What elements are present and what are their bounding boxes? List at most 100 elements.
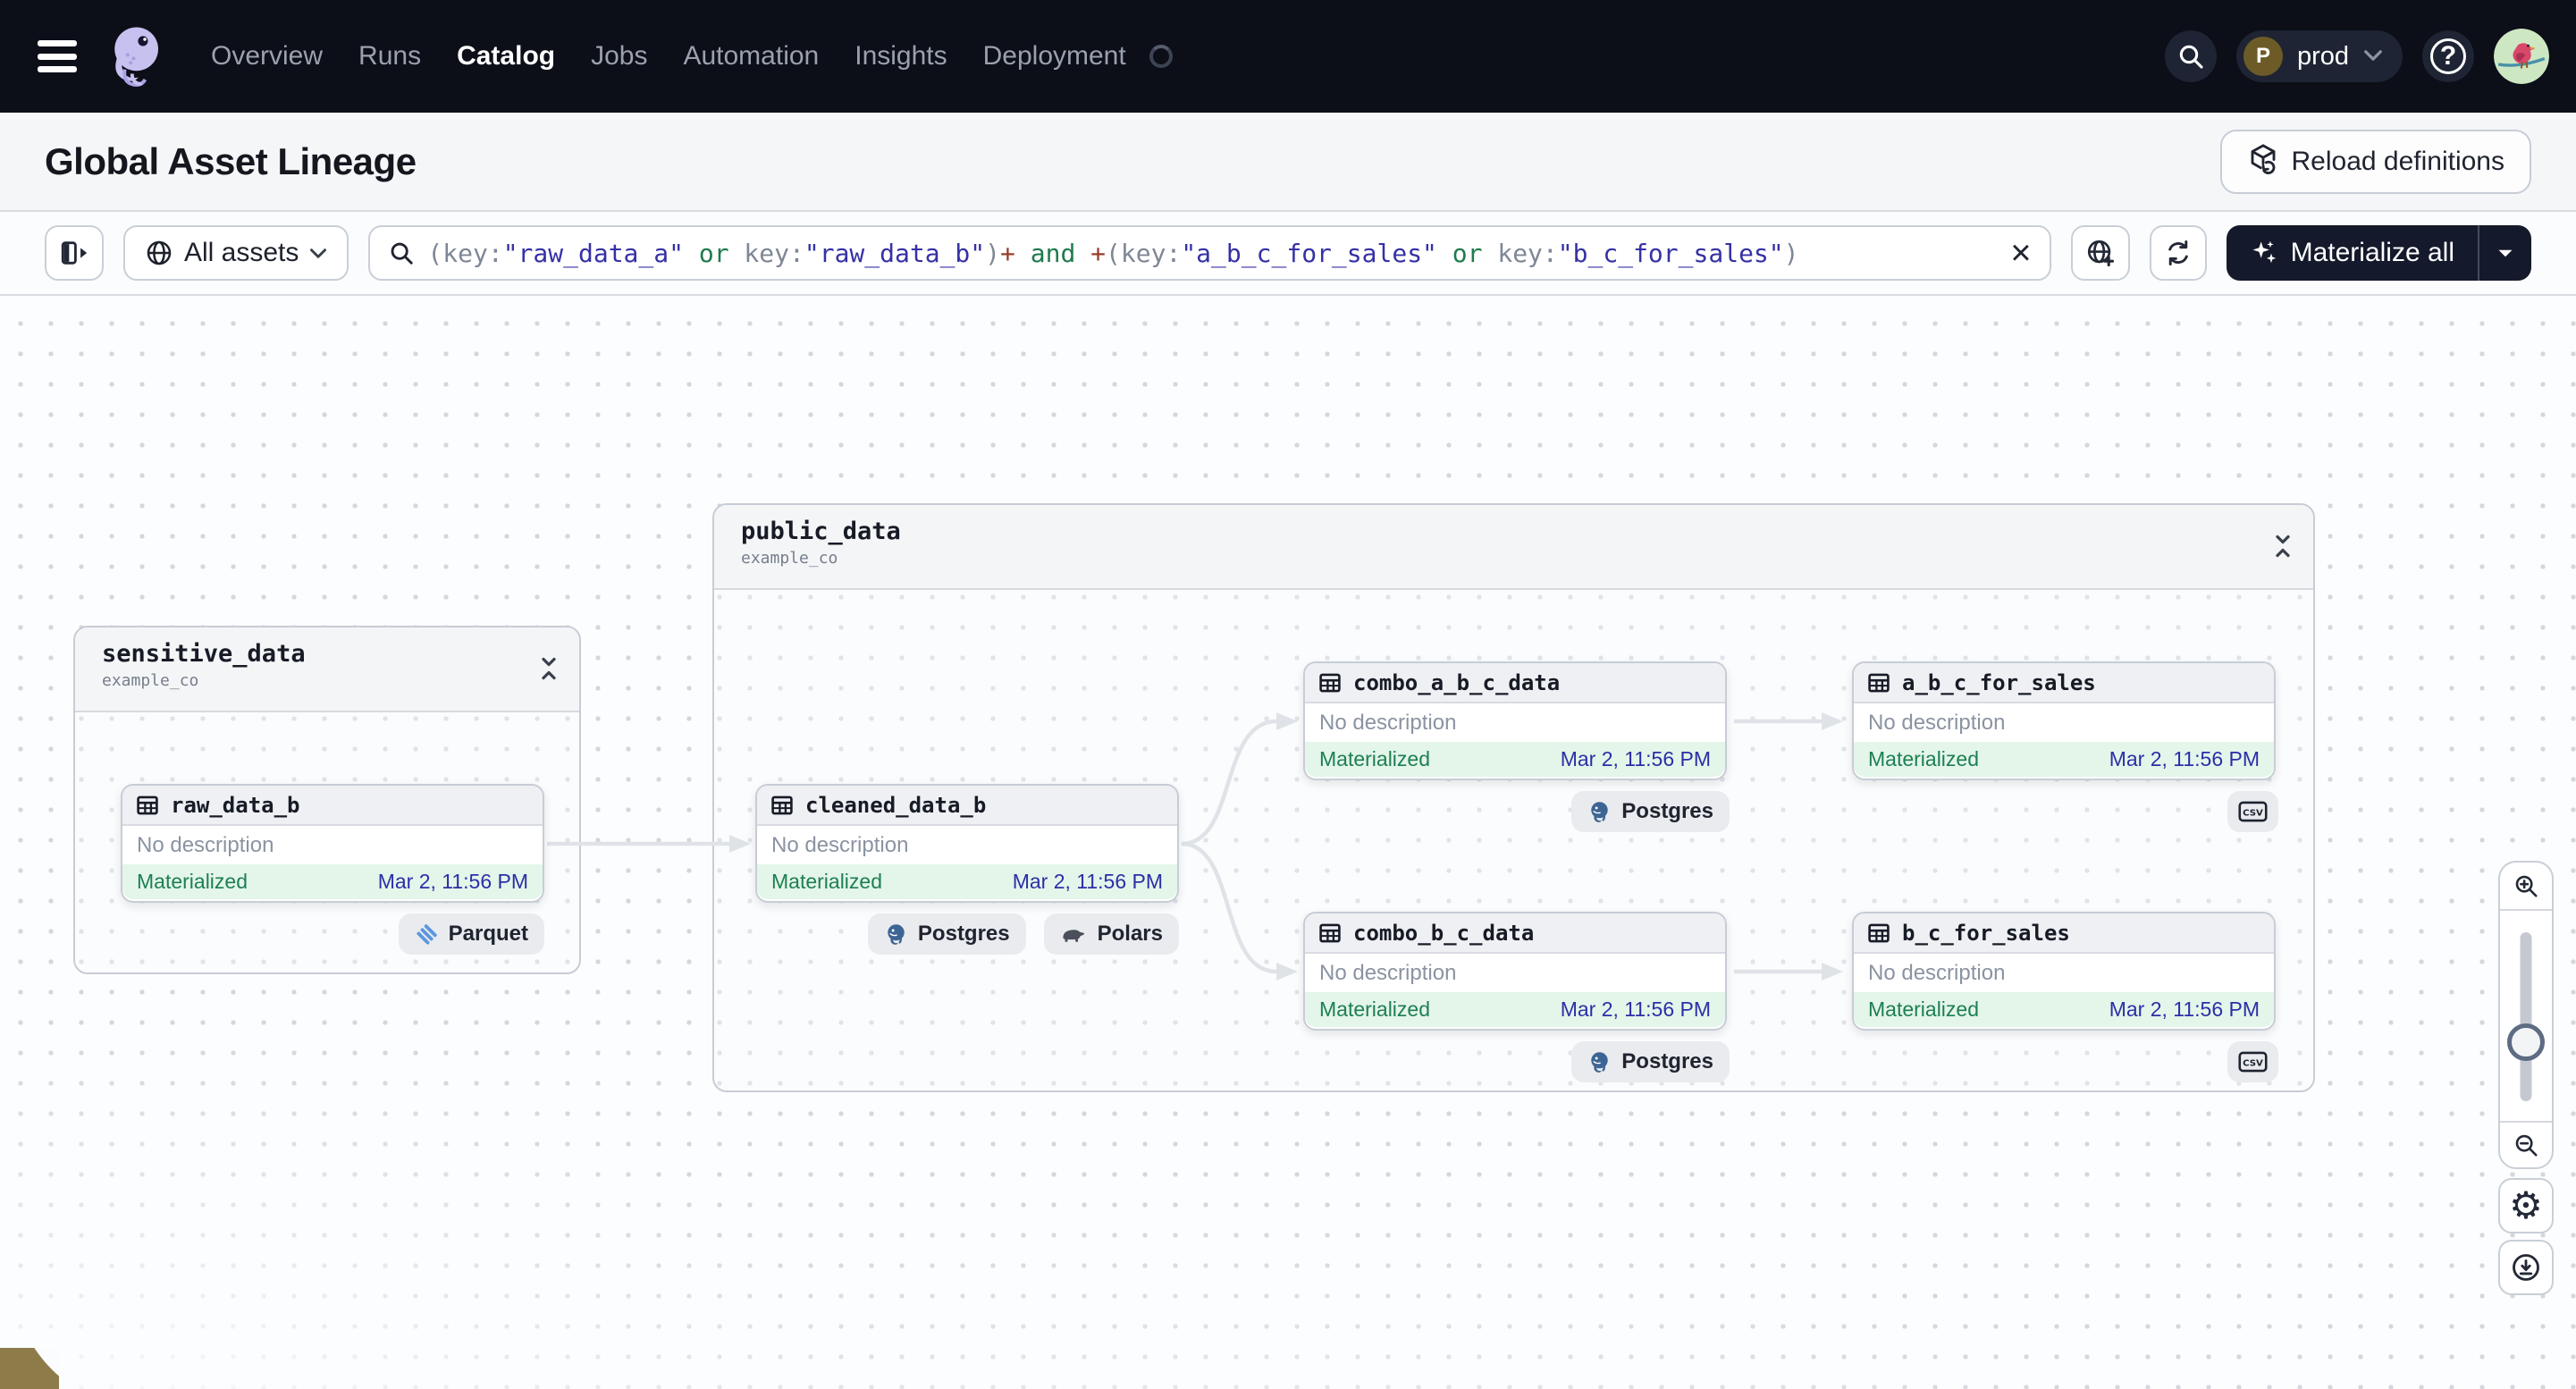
query-segment: and (1014, 238, 1091, 268)
reload-definitions-button[interactable]: Reload definitions (2219, 129, 2531, 194)
zoom-in-button[interactable] (2500, 863, 2552, 909)
nav-menu: Overview Runs Catalog Jobs Automation Insight… (211, 41, 1126, 72)
refresh-button[interactable] (2149, 225, 2207, 281)
page-header: Global Asset Lineage Reload definitions (0, 113, 2576, 212)
asset-description: No description (1305, 703, 1725, 742)
asset-tags: Postgres (1303, 1041, 1730, 1082)
tag-postgres[interactable]: Postgres (1571, 791, 1730, 832)
asset-description: No description (1305, 954, 1725, 992)
zoom-out-button[interactable] (2500, 1123, 2552, 1167)
globe-icon (145, 239, 173, 267)
asset-materialized-timestamp: Mar 2, 11:56 PM (2109, 998, 2260, 1021)
top-navigation: Overview Runs Catalog Jobs Automation Insight… (0, 0, 2576, 113)
deployment-name: prod (2296, 41, 2349, 71)
graph-settings-button[interactable]: ⚙ (2498, 1178, 2554, 1233)
asset-tags: CSV (1852, 1041, 2278, 1082)
query-segment: + (1090, 238, 1107, 268)
tag-polars[interactable]: Polars (1043, 913, 1179, 955)
page-title: Global Asset Lineage (45, 139, 417, 182)
csv-icon: CSV (2238, 1051, 2268, 1073)
table-icon (1318, 922, 1342, 945)
asset-name: b_c_for_sales (1902, 920, 2070, 946)
asset-node-a-b-c-for-sales[interactable]: a_b_c_for_sales No description Materiali… (1852, 661, 2276, 780)
nav-item-catalog[interactable]: Catalog (457, 41, 555, 72)
asset-tags: Postgres Polars (755, 913, 1179, 955)
zoom-slider-track[interactable] (2520, 932, 2532, 1101)
lineage-canvas[interactable]: sensitive_data example_co public_data ex… (0, 296, 2576, 1389)
reload-definitions-icon (2247, 142, 2279, 181)
asset-node-cleaned-data-b[interactable]: cleaned_data_b No description Materializ… (755, 784, 1179, 903)
group-name: public_data (741, 518, 901, 545)
asset-name: combo_b_c_data (1353, 920, 1535, 946)
chevron-down-icon (309, 248, 327, 259)
table-icon (770, 794, 794, 817)
search-icon (388, 240, 415, 266)
asset-status: Materialized (1868, 747, 1979, 770)
nav-item-runs[interactable]: Runs (358, 41, 421, 72)
asset-description: No description (1854, 954, 2274, 992)
asset-node-combo-b-c-data[interactable]: combo_b_c_data No description Materializ… (1303, 912, 1727, 1031)
reload-definitions-label: Reload definitions (2291, 146, 2505, 176)
hamburger-menu-icon[interactable] (38, 40, 79, 72)
tag-postgres[interactable]: Postgres (1571, 1041, 1730, 1082)
tag-csv[interactable]: CSV (2227, 791, 2278, 832)
search-query[interactable]: (key:"raw_data_a" or key:"raw_data_b")+ … (427, 239, 1998, 268)
group-name: sensitive_data (102, 640, 306, 668)
collapse-group-icon[interactable] (538, 654, 560, 686)
asset-node-b-c-for-sales[interactable]: b_c_for_sales No description Materialize… (1852, 912, 2276, 1031)
group-header[interactable]: sensitive_data example_co (75, 627, 579, 712)
user-avatar[interactable] (2494, 29, 2549, 84)
tag-parquet[interactable]: Parquet (398, 913, 544, 955)
table-icon (1318, 671, 1342, 694)
open-side-panel-button[interactable] (45, 225, 104, 281)
dagster-logo-icon[interactable] (100, 13, 173, 99)
zoom-slider[interactable] (2500, 911, 2552, 1121)
fetch-external-assets-button[interactable] (2070, 225, 2130, 281)
query-segment: or (1436, 238, 1498, 268)
materialize-options-caret[interactable] (2479, 225, 2531, 281)
asset-scope-dropdown[interactable]: All assets (123, 225, 349, 281)
nav-item-overview[interactable]: Overview (211, 41, 323, 72)
asset-node-raw-data-b[interactable]: raw_data_b No description Materialized M… (121, 784, 544, 903)
query-segment: ) (985, 238, 1001, 268)
zoom-controls (2498, 861, 2554, 1169)
postgres-icon (1587, 1050, 1612, 1074)
group-header[interactable]: public_data example_co (714, 505, 2313, 590)
query-segment: key: (1497, 238, 1558, 268)
nav-item-jobs[interactable]: Jobs (591, 41, 647, 72)
help-button[interactable]: ? (2422, 30, 2474, 82)
nav-item-automation[interactable]: Automation (683, 41, 819, 72)
materialize-all-button[interactable]: Materialize all (2226, 225, 2531, 281)
asset-materialized-timestamp: Mar 2, 11:56 PM (2109, 747, 2260, 770)
table-icon (1867, 922, 1890, 945)
search-button[interactable] (2164, 30, 2217, 82)
nav-item-deployment[interactable]: Deployment (983, 41, 1126, 72)
postgres-icon (884, 922, 908, 947)
zoom-slider-thumb[interactable] (2507, 1023, 2545, 1061)
asset-scope-label: All assets (184, 238, 299, 267)
gear-icon: ⚙ (2509, 1183, 2543, 1227)
dagster-app: Overview Runs Catalog Jobs Automation Insight… (0, 0, 2576, 1389)
collapse-group-icon[interactable] (2272, 532, 2294, 563)
asset-description: No description (757, 826, 1177, 864)
table-icon (136, 794, 159, 817)
tag-postgres[interactable]: Postgres (867, 913, 1026, 955)
group-location: example_co (102, 671, 199, 690)
download-graph-button[interactable] (2498, 1240, 2554, 1295)
asset-status: Materialized (1319, 747, 1430, 770)
clear-search-button[interactable]: × (2010, 235, 2031, 271)
chevron-down-icon (2363, 49, 2383, 64)
asset-node-combo-a-b-c-data[interactable]: combo_a_b_c_data No description Material… (1303, 661, 1727, 780)
polars-icon (1060, 925, 1088, 943)
asset-search-input[interactable]: (key:"raw_data_a" or key:"raw_data_b")+ … (368, 225, 2051, 281)
nav-item-insights[interactable]: Insights (854, 41, 947, 72)
tag-csv[interactable]: CSV (2227, 1041, 2278, 1082)
query-segment: ) (1783, 238, 1799, 268)
deployment-switcher[interactable]: P prod (2235, 30, 2403, 82)
asset-materialized-timestamp: Mar 2, 11:56 PM (1560, 998, 1711, 1021)
asset-name: raw_data_b (171, 792, 300, 818)
asset-tags: CSV (1852, 791, 2278, 832)
refresh-icon (2164, 239, 2193, 267)
csv-icon: CSV (2238, 801, 2268, 822)
asset-name: cleaned_data_b (805, 792, 987, 818)
